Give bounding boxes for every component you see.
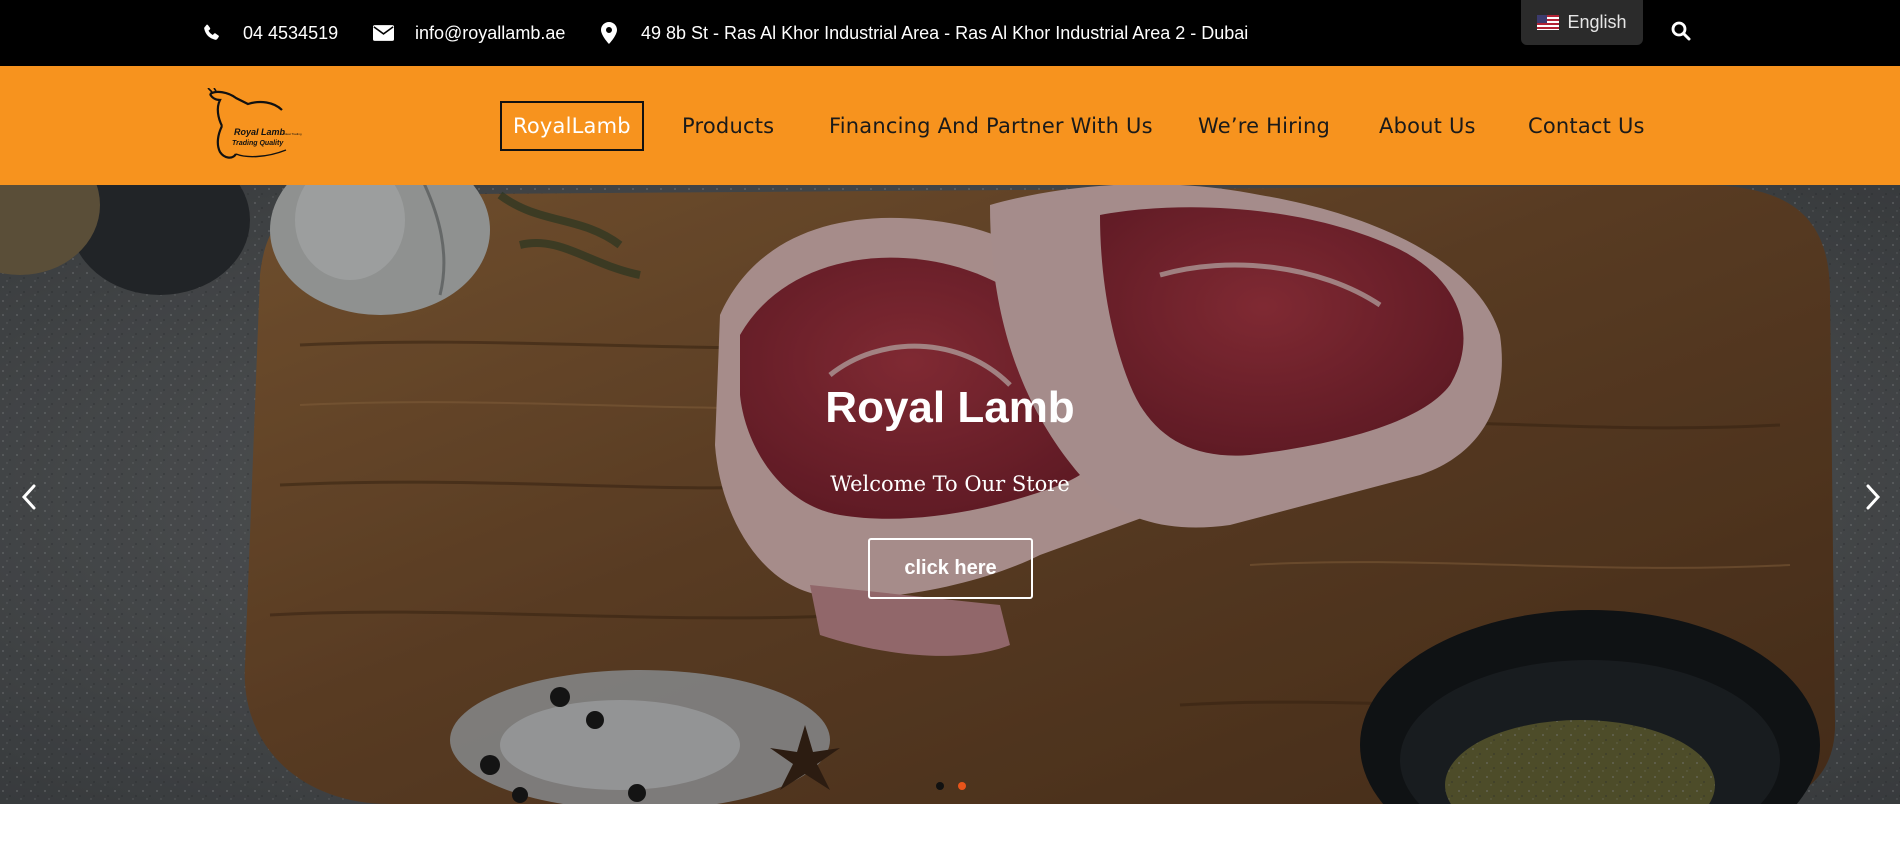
hero-slider: Royal Lamb Welcome To Our Store click he… — [0, 185, 1900, 804]
phone-contact[interactable]: 04 4534519 — [200, 0, 338, 66]
slider-dot-2-active[interactable] — [958, 782, 966, 790]
address-contact: 49 8b St - Ras Al Khor Industrial Area -… — [598, 0, 1248, 66]
main-navigation: Royal Lamb Meat Trading Trading Quality … — [0, 66, 1900, 185]
nav-item-hiring[interactable]: We’re Hiring — [1198, 66, 1330, 185]
logo-text-royal-lamb: Royal Lamb — [234, 127, 286, 137]
phone-number: 04 4534519 — [243, 22, 339, 43]
search-button[interactable] — [1668, 20, 1694, 46]
nav-item-royallamb[interactable]: RoyalLamb — [500, 101, 644, 151]
logo-text-tagline: Trading Quality — [232, 140, 284, 147]
hero-subtitle: Welcome To Our Store — [830, 472, 1070, 496]
royal-lamb-logo[interactable]: Royal Lamb Meat Trading Trading Quality — [206, 87, 306, 166]
email-address: info@royallamb.ae — [415, 22, 566, 43]
us-flag-icon — [1537, 15, 1560, 30]
language-label: English — [1567, 12, 1627, 32]
hero-cta-button[interactable]: click here — [868, 538, 1033, 599]
nav-item-financing[interactable]: Financing And Partner With Us — [829, 66, 1153, 185]
envelope-icon — [372, 22, 394, 44]
logo-text-meat-trading: Meat Trading — [284, 132, 302, 136]
search-icon — [1671, 21, 1691, 46]
nav-item-about[interactable]: About Us — [1379, 66, 1476, 185]
map-marker-icon — [598, 22, 620, 44]
slider-prev-button[interactable] — [16, 479, 42, 519]
chevron-right-icon — [1865, 484, 1881, 515]
slider-dot-1[interactable] — [936, 782, 944, 790]
hero-title: Royal Lamb — [825, 383, 1075, 432]
address-text: 49 8b St - Ras Al Khor Industrial Area -… — [641, 22, 1249, 43]
nav-item-products[interactable]: Products — [682, 66, 774, 185]
top-contact-bar: 04 4534519 info@royallamb.ae 49 8b St - … — [0, 0, 1900, 66]
nav-item-contact[interactable]: Contact Us — [1528, 66, 1645, 185]
chevron-left-icon — [21, 484, 37, 515]
language-switcher[interactable]: English — [1521, 0, 1643, 45]
phone-icon — [200, 22, 222, 44]
slider-next-button[interactable] — [1860, 479, 1886, 519]
email-contact[interactable]: info@royallamb.ae — [372, 0, 565, 66]
